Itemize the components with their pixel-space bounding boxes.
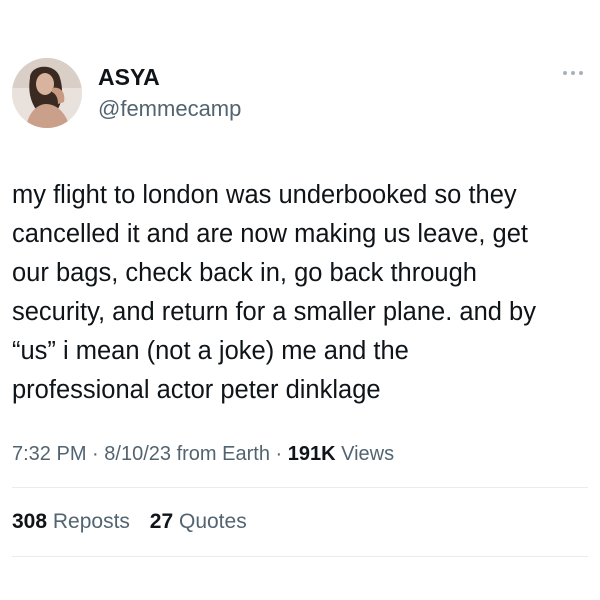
more-options-icon[interactable] [559,62,587,84]
divider [12,487,588,488]
reposts-stat[interactable]: 308 Reposts [12,510,136,533]
meta-separator: · [92,443,99,465]
reposts-count: 308 [12,510,48,533]
quotes-label: Quotes [178,510,247,533]
engagement-stats: 308 Reposts 27 Quotes [12,510,261,534]
avatar[interactable] [12,58,82,128]
views-count: 191K [287,443,336,465]
profile-photo-icon [12,58,82,128]
tweet-text: my flight to london was underbooked so t… [12,181,536,404]
tweet-meta: 7:32 PM · 8/10/23 from Earth · 191K View… [12,443,394,466]
more-dot [571,71,575,75]
user-handle[interactable]: @femmecamp [98,96,241,122]
tweet-date[interactable]: 8/10/23 [104,443,171,465]
quotes-stat[interactable]: 27 Quotes [150,510,247,533]
tweet: ASYA @femmecamp my flight to london was … [0,0,600,600]
divider [12,556,588,557]
display-name[interactable]: ASYA [98,64,160,91]
more-dot [579,71,583,75]
tweet-time[interactable]: 7:32 PM [12,443,86,465]
tweet-source: from Earth [176,443,270,465]
meta-separator: · [275,443,283,465]
views-label: Views [341,443,395,465]
quotes-count: 27 [149,510,174,533]
more-dot [563,71,567,75]
reposts-label: Reposts [52,510,130,533]
